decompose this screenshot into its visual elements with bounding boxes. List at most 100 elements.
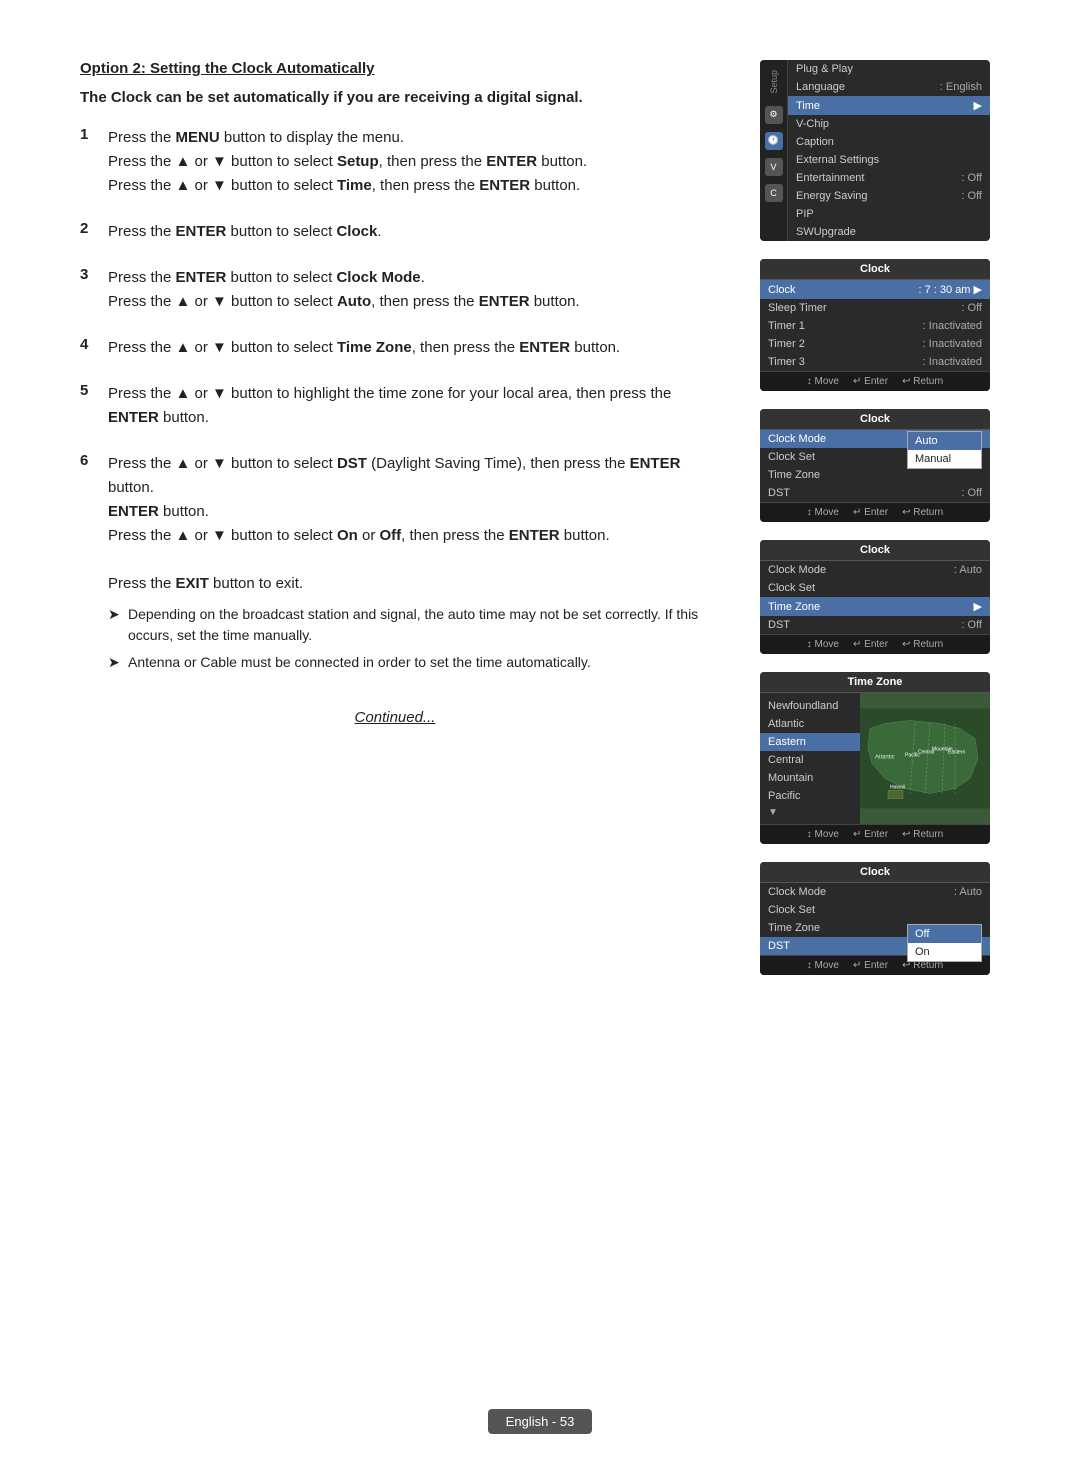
screen6-row-set: Clock Set: [760, 901, 990, 919]
screen3-row-dst: DST : Off: [760, 484, 990, 502]
screen4-row-dst: DST : Off: [760, 616, 990, 634]
step-text-3: Press the ENTER button to select Clock M…: [108, 266, 580, 314]
screen6-popup: Off On: [907, 924, 982, 962]
step-4: 4 Press the ▲ or ▼ button to select Time…: [80, 336, 710, 360]
setup-label-sw: SWUpgrade: [796, 226, 982, 238]
left-column: Option 2: Setting the Clock Automaticall…: [80, 60, 730, 975]
setup-label-plug: Plug & Play: [796, 63, 982, 75]
screen-4-timezone-select: Clock Clock Mode : Auto Clock Set Time Z…: [760, 540, 990, 654]
setup-value-energy: : Off: [961, 190, 982, 202]
tz-item-pacific: Pacific: [760, 787, 860, 805]
screen2-header: Clock: [760, 259, 990, 280]
step-text-4: Press the ▲ or ▼ button to select Time Z…: [108, 336, 620, 360]
screen6-label-mode: Clock Mode: [768, 886, 948, 898]
screen3-label-dst: DST: [768, 487, 955, 499]
screen2-footer-move: ↕ Move: [807, 376, 839, 387]
screen2-label-timer3: Timer 3: [768, 356, 917, 368]
screen2-label-clock: Clock: [768, 284, 913, 296]
screen3-footer-enter: ↵ Enter: [853, 507, 888, 518]
screen4-footer-enter: ↵ Enter: [853, 639, 888, 650]
screen2-row-sleep: Sleep Timer : Off: [760, 299, 990, 317]
tz-item-mountain: Mountain: [760, 769, 860, 787]
step-text-2: Press the ENTER button to select Clock.: [108, 220, 381, 244]
screen2-footer-enter: ↵ Enter: [853, 376, 888, 387]
tz-more-indicator: ▼: [760, 805, 860, 820]
tz-item-central: Central: [760, 751, 860, 769]
screen2-label-sleep: Sleep Timer: [768, 302, 955, 314]
screen2-value-clock: : 7 : 30 am ▶: [919, 283, 983, 296]
step-1: 1 Press the MENU button to display the m…: [80, 126, 710, 198]
screen4-label-mode: Clock Mode: [768, 564, 948, 576]
note-text-2: Antenna or Cable must be connected in or…: [128, 652, 591, 673]
screen2-value-sleep: : Off: [961, 302, 982, 314]
screen3-popup-auto: Auto: [908, 432, 981, 450]
screen5-tz-list: Newfoundland Atlantic Eastern Central Mo…: [760, 693, 860, 824]
screen2-row-timer1: Timer 1 : Inactivated: [760, 317, 990, 335]
setup-menu-row-plug: Plug & Play: [788, 60, 990, 78]
screen2-row-timer2: Timer 2 : Inactivated: [760, 335, 990, 353]
note-arrow-1: ➤: [108, 604, 122, 646]
notes: ➤ Depending on the broadcast station and…: [108, 604, 710, 673]
screen5-footer-move: ↕ Move: [807, 829, 839, 840]
step-num-6: 6: [80, 452, 98, 469]
setup-menu-row-ext: External Settings: [788, 151, 990, 169]
screen6-row-mode: Clock Mode : Auto: [760, 883, 990, 901]
setup-label-lang: Language: [796, 81, 934, 93]
setup-menu-row-pip: PIP: [788, 205, 990, 223]
screen5-footer-enter: ↵ Enter: [853, 829, 888, 840]
screen4-arrow-tz: ▶: [974, 600, 982, 613]
step-2: 2 Press the ENTER button to select Clock…: [80, 220, 710, 244]
note-1: ➤ Depending on the broadcast station and…: [108, 604, 710, 646]
screen4-value-dst: : Off: [961, 619, 982, 631]
note-arrow-2: ➤: [108, 652, 122, 673]
screen4-label-dst: DST: [768, 619, 955, 631]
setup-menu-row-ent: Entertainment : Off: [788, 169, 990, 187]
screen-5-tz-list: Time Zone Newfoundland Atlantic Eastern …: [760, 672, 990, 844]
svg-text:Hawaii: Hawaii: [890, 785, 905, 791]
screen2-row-clock: Clock : 7 : 30 am ▶: [760, 280, 990, 299]
tz-item-eastern: Eastern: [760, 733, 860, 751]
screen4-row-mode: Clock Mode : Auto: [760, 561, 990, 579]
screen3-value-dst: : Off: [961, 487, 982, 499]
screen6-value-mode: : Auto: [954, 886, 982, 898]
setup-label-ext: External Settings: [796, 154, 982, 166]
screen-6-dst: Clock Clock Mode : Auto Clock Set Time Z…: [760, 862, 990, 975]
screen4-header: Clock: [760, 540, 990, 561]
screen2-label-timer1: Timer 1: [768, 320, 917, 332]
continued-text: Continued...: [80, 709, 710, 726]
step-text-6: Press the ▲ or ▼ button to select DST (D…: [108, 452, 710, 679]
step-5: 5 Press the ▲ or ▼ button to highlight t…: [80, 382, 710, 430]
setup-label-time: Time: [796, 100, 968, 112]
screen2-row-timer3: Timer 3 : Inactivated: [760, 353, 990, 371]
screen-1-setup: Setup ⚙ 🕐 V C Plug & Play Language : Eng…: [760, 60, 990, 241]
screen2-footer-return: ↩ Return: [902, 376, 943, 387]
page-number-badge: English - 53: [488, 1409, 593, 1434]
screen3-header: Clock: [760, 409, 990, 430]
section-title: Option 2: Setting the Clock Automaticall…: [80, 60, 710, 77]
step-6: 6 Press the ▲ or ▼ button to select DST …: [80, 452, 710, 679]
screen3-footer: ↕ Move ↵ Enter ↩ Return: [760, 502, 990, 522]
screen6-label-set: Clock Set: [768, 904, 982, 916]
screen3-footer-move: ↕ Move: [807, 507, 839, 518]
setup-menu-content: Plug & Play Language : English Time ▶ V-…: [788, 60, 990, 241]
step-text-1: Press the MENU button to display the men…: [108, 126, 587, 198]
setup-menu-row-caption: Caption: [788, 133, 990, 151]
screen4-label-tz: Time Zone: [768, 601, 968, 613]
screen4-footer-return: ↩ Return: [902, 639, 943, 650]
setup-menu-row-time: Time ▶: [788, 96, 990, 115]
screen2-value-timer2: : Inactivated: [923, 338, 982, 350]
screen4-label-set: Clock Set: [768, 582, 982, 594]
setup-label-ent: Entertainment: [796, 172, 955, 184]
screen3-label-tz: Time Zone: [768, 469, 982, 481]
setup-sidebar: Setup ⚙ 🕐 V C: [760, 60, 788, 241]
step-num-1: 1: [80, 126, 98, 143]
screen6-footer-move: ↕ Move: [807, 960, 839, 971]
setup-menu-row-vchip: V-Chip: [788, 115, 990, 133]
screen3-popup: Auto Manual: [907, 431, 982, 469]
tz-item-atlantic: Atlantic: [760, 715, 860, 733]
setup-label-caption: Caption: [796, 136, 982, 148]
right-column: Setup ⚙ 🕐 V C Plug & Play Language : Eng…: [760, 60, 1000, 975]
setup-menu-row-lang: Language : English: [788, 78, 990, 96]
screen3-popup-manual: Manual: [908, 450, 981, 468]
screen6-popup-on: On: [908, 943, 981, 961]
